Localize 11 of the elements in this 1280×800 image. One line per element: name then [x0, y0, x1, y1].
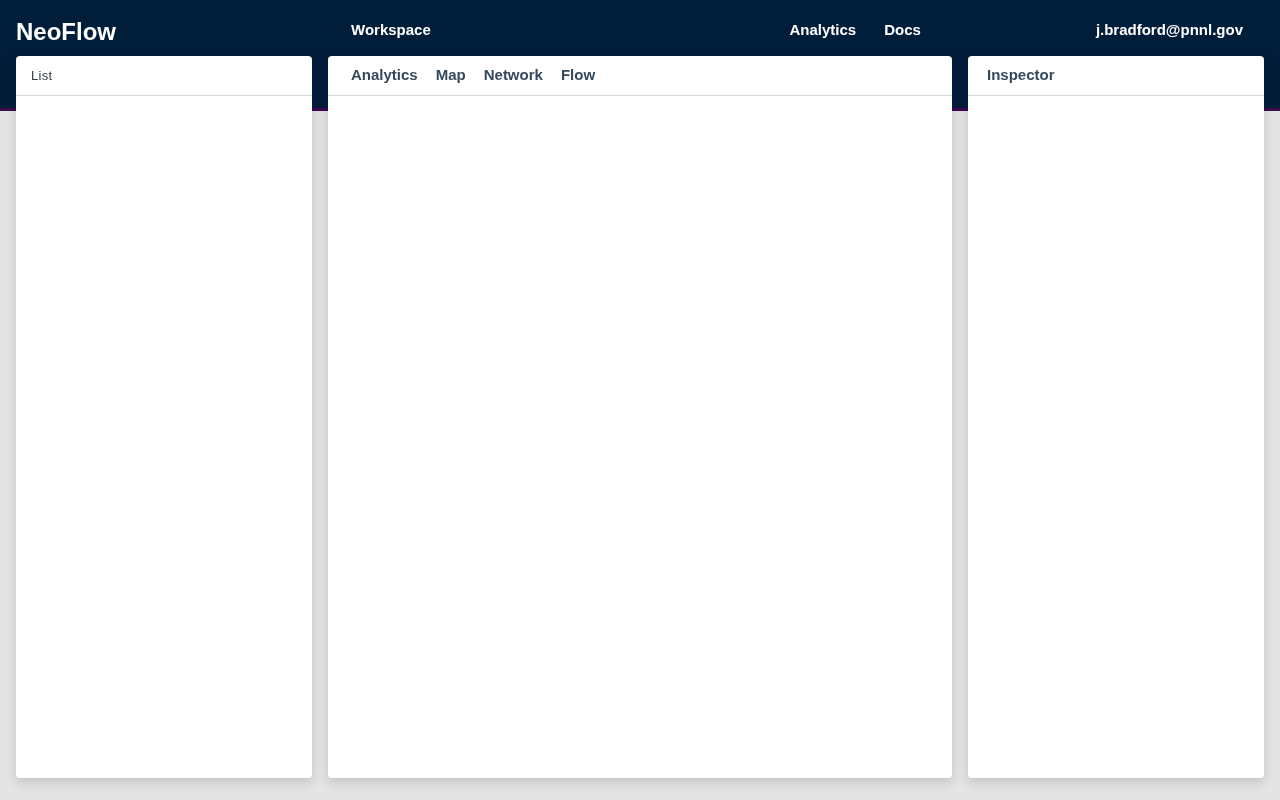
panel-title: List: [31, 66, 53, 85]
panel-title: Inspector: [987, 65, 1055, 86]
view-tab[interactable]: Analytics: [351, 64, 418, 87]
user-email[interactable]: j.bradford@pnnl.gov: [1095, 17, 1243, 43]
nav-link[interactable]: Analytics: [789, 17, 857, 43]
view-tab[interactable]: Map: [435, 64, 466, 87]
app-logo[interactable]: NeoFlow: [16, 17, 351, 47]
nav-link[interactable]: Workspace: [351, 17, 431, 43]
view-tab[interactable]: Network: [483, 64, 543, 87]
nav-link[interactable]: Docs: [884, 17, 921, 43]
view-tab[interactable]: Flow: [560, 64, 596, 87]
